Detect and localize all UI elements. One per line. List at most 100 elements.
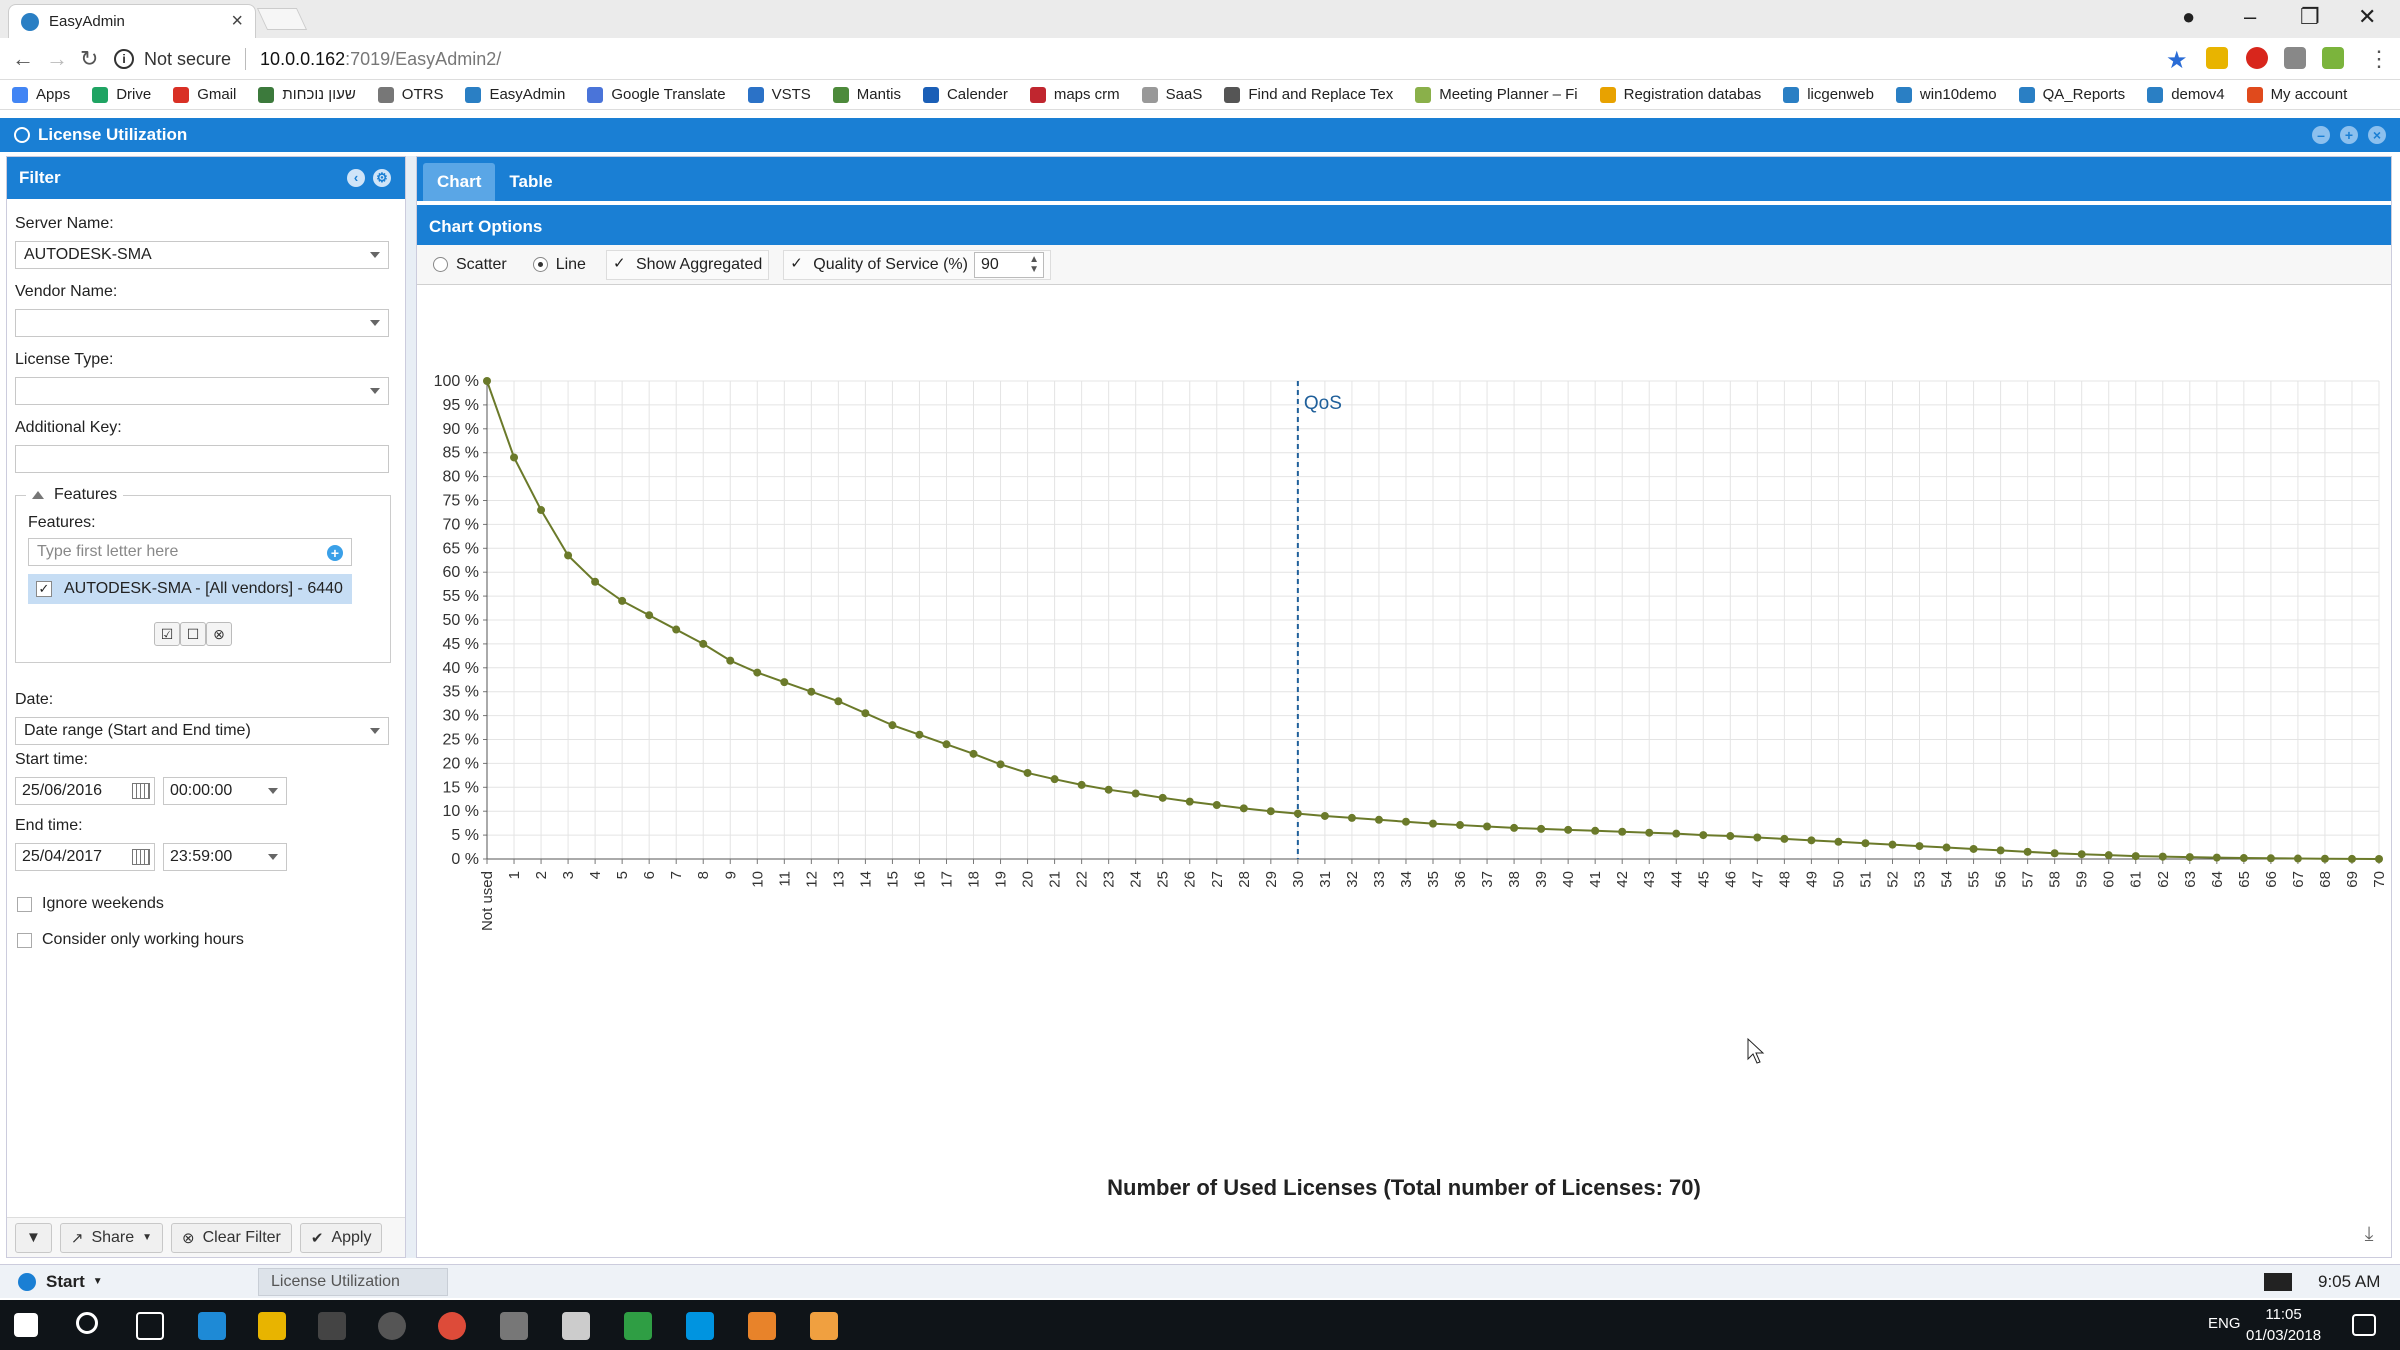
app-orange2-icon[interactable]: [810, 1312, 838, 1340]
ignore-weekends-checkbox[interactable]: Ignore weekends: [17, 895, 164, 913]
calendar-icon[interactable]: [132, 849, 150, 865]
url-field[interactable]: i Not secure 10.0.0.162:7019/EasyAdmin2/: [114, 42, 2194, 76]
select-all-button[interactable]: ☑: [154, 622, 180, 646]
bookmark-item[interactable]: שעון נוכחות: [258, 86, 356, 103]
start-date-input[interactable]: 25/06/2016: [15, 777, 155, 805]
bookmark-item[interactable]: OTRS: [377, 86, 443, 103]
bookmark-item[interactable]: EasyAdmin: [465, 86, 565, 103]
tab-close-icon[interactable]: ×: [231, 10, 243, 33]
feature-list-item[interactable]: ✓ AUTODESK-SMA - [All vendors] - 6440: [28, 574, 352, 604]
bookmark-item[interactable]: Meeting Planner – Fi: [1415, 86, 1578, 103]
settings-gear-icon[interactable]: ⚙: [373, 169, 391, 187]
maximize-panel-icon[interactable]: +: [2340, 126, 2358, 144]
bookmark-item[interactable]: win10demo: [1895, 86, 1997, 103]
add-feature-icon[interactable]: +: [327, 545, 343, 561]
bookmark-item[interactable]: SaaS: [1141, 86, 1202, 103]
restore-icon[interactable]: ❐: [2300, 4, 2320, 30]
bookmark-item[interactable]: Apps: [12, 86, 70, 103]
filter-toggle-button[interactable]: ▼: [15, 1222, 52, 1253]
reload-icon[interactable]: ↻: [80, 46, 98, 72]
server-name-select[interactable]: AUTODESK-SMA: [15, 241, 389, 269]
file-explorer-icon[interactable]: [258, 1312, 286, 1340]
select-none-button[interactable]: ☐: [180, 622, 206, 646]
additional-key-input[interactable]: [15, 445, 389, 473]
clear-filter-button[interactable]: ⊗ Clear Filter: [171, 1222, 292, 1253]
browser-menu-icon[interactable]: ⋮: [2368, 46, 2390, 72]
settings-gear-icon[interactable]: [500, 1312, 528, 1340]
collapse-panel-icon[interactable]: ‹: [347, 169, 365, 187]
show-aggregated-checkbox[interactable]: ✓ Show Aggregated: [605, 249, 770, 280]
opera-extension-icon[interactable]: [2246, 47, 2268, 69]
extension-check-icon[interactable]: [2322, 47, 2344, 69]
check-icon[interactable]: ✓: [613, 256, 628, 272]
info-icon[interactable]: i: [114, 49, 134, 69]
end-time-select[interactable]: 23:59:00: [163, 843, 287, 871]
line-radio[interactable]: Line: [527, 250, 592, 280]
qos-checkbox[interactable]: ✓ Quality of Service (%) 90 ▲ ▼: [783, 249, 1051, 280]
app-circle-icon[interactable]: [378, 1312, 406, 1340]
search-icon[interactable]: [76, 1312, 98, 1334]
extension-gray-icon[interactable]: [2284, 47, 2306, 69]
app-start-button[interactable]: Start ▼: [0, 1272, 103, 1292]
features-toggle[interactable]: Features: [26, 486, 124, 504]
remove-feature-button[interactable]: ⊗: [206, 622, 232, 646]
radio-circle[interactable]: [433, 257, 448, 272]
spinner-arrows-icon[interactable]: ▲ ▼: [1029, 254, 1039, 275]
minimize-panel-icon[interactable]: –: [2312, 126, 2330, 144]
mail-app-icon[interactable]: [562, 1312, 590, 1340]
bookmark-item[interactable]: demov4: [2147, 86, 2225, 103]
scatter-radio[interactable]: Scatter: [427, 250, 513, 280]
license-type-select[interactable]: [15, 377, 389, 405]
bookmark-item[interactable]: Mantis: [832, 86, 901, 103]
bookmark-item[interactable]: Google Translate: [587, 86, 726, 103]
feature-checkbox[interactable]: ✓: [36, 581, 52, 597]
close-panel-icon[interactable]: ×: [2368, 126, 2386, 144]
features-search-input[interactable]: Type first letter here +: [28, 538, 352, 566]
mail-icon[interactable]: [2264, 1273, 2292, 1291]
bookmark-item[interactable]: licgenweb: [1783, 86, 1874, 103]
tab-chart[interactable]: Chart: [423, 163, 496, 201]
checkbox-box[interactable]: [17, 932, 32, 948]
bookmark-star-icon[interactable]: ★: [2166, 46, 2188, 75]
download-icon[interactable]: ⤓: [2357, 1223, 2381, 1247]
bookmark-item[interactable]: maps crm: [1029, 86, 1120, 103]
extension-icon[interactable]: [2206, 47, 2228, 69]
date-range-select[interactable]: Date range (Start and End time): [15, 717, 389, 745]
back-icon[interactable]: ←: [12, 46, 34, 72]
tab-table[interactable]: Table: [495, 163, 566, 201]
store-icon[interactable]: [318, 1312, 346, 1340]
minimize-icon[interactable]: –: [2244, 4, 2256, 30]
end-date-input[interactable]: 25/04/2017: [15, 843, 155, 871]
check-icon[interactable]: ✓: [790, 256, 805, 272]
bookmark-item[interactable]: QA_Reports: [2018, 86, 2125, 103]
bookmark-item[interactable]: Find and Replace Tex: [1224, 86, 1393, 103]
profile-icon[interactable]: ●: [2182, 4, 2195, 30]
browser-tab[interactable]: EasyAdmin ×: [8, 4, 256, 38]
new-tab-button[interactable]: [256, 8, 308, 30]
vendor-name-select[interactable]: [15, 309, 389, 337]
checkbox-box[interactable]: [17, 896, 32, 912]
radio-circle-selected[interactable]: [532, 257, 548, 272]
bookmark-item[interactable]: VSTS: [747, 86, 811, 103]
app-orange-icon[interactable]: [748, 1312, 776, 1340]
notifications-icon[interactable]: [2352, 1314, 2376, 1336]
bookmark-item[interactable]: My account: [2246, 86, 2347, 103]
chrome-icon[interactable]: [438, 1312, 466, 1340]
app-green-icon[interactable]: [624, 1312, 652, 1340]
start-time-select[interactable]: 00:00:00: [163, 777, 287, 805]
window-close-icon[interactable]: ✕: [2358, 4, 2376, 30]
language-indicator[interactable]: ENG: [2208, 1315, 2241, 1332]
calendar-icon[interactable]: [132, 783, 150, 799]
task-license-utilization[interactable]: License Utilization: [258, 1268, 448, 1296]
task-view-icon[interactable]: [136, 1312, 164, 1340]
taskbar-clock[interactable]: 11:05 01/03/2018: [2246, 1304, 2321, 1346]
bookmark-item[interactable]: Calender: [922, 86, 1008, 103]
apply-button[interactable]: ✔ Apply: [299, 1222, 383, 1253]
windows-start-icon[interactable]: [14, 1313, 38, 1337]
panel-splitter[interactable]: [406, 156, 416, 1258]
edge-icon[interactable]: [198, 1312, 226, 1340]
skype-icon[interactable]: [686, 1312, 714, 1340]
bookmark-item[interactable]: Registration databas: [1599, 86, 1761, 103]
qos-stepper[interactable]: 90 ▲ ▼: [973, 251, 1044, 278]
bookmark-item[interactable]: Drive: [92, 86, 151, 103]
